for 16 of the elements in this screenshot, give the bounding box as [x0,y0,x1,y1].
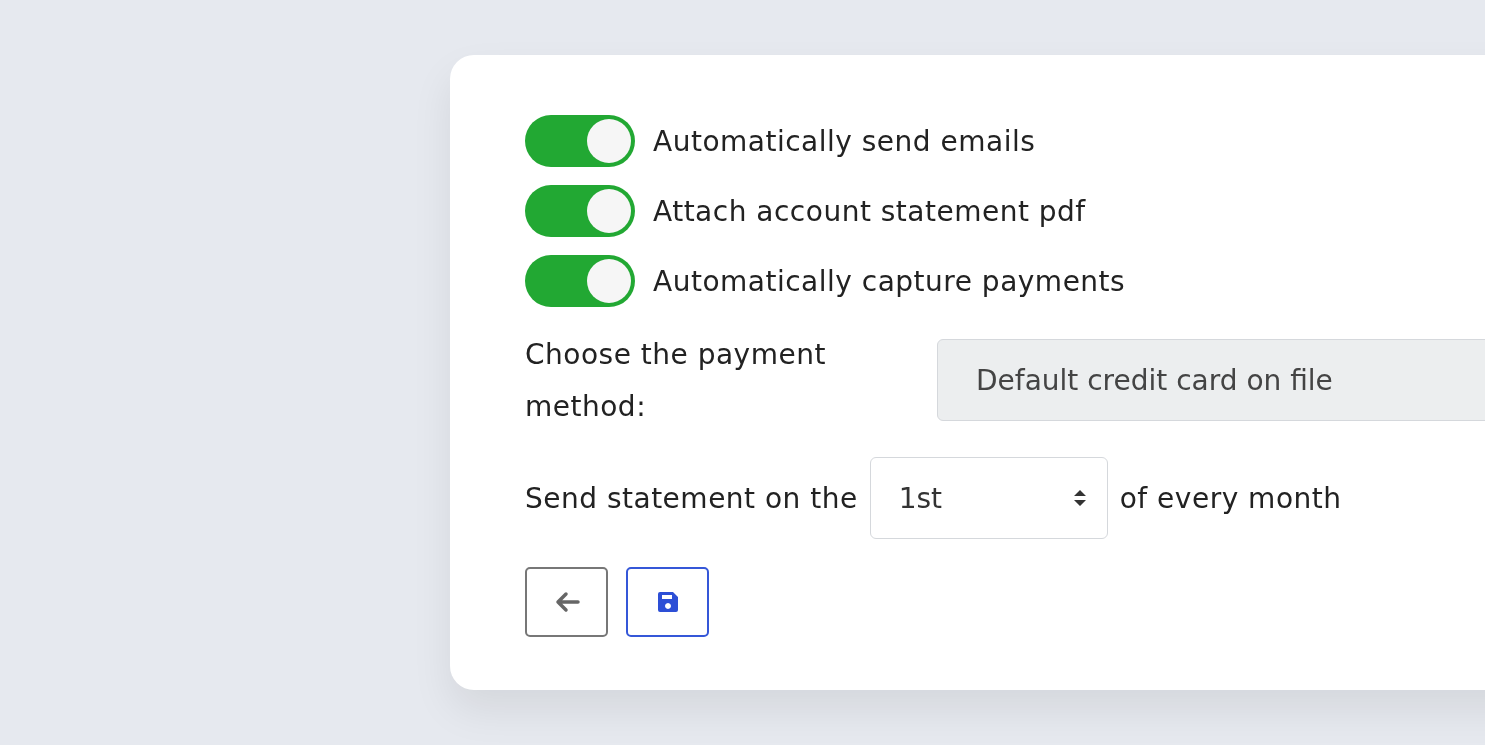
toggle-label: Automatically capture payments [653,264,1126,298]
day-select[interactable]: 1st [869,457,1108,539]
toggle-switch[interactable] [525,185,635,237]
schedule-label: Send statement on the [525,481,858,515]
toggle-label: Automatically send emails [653,124,1036,158]
toggle-switch[interactable] [525,255,635,307]
schedule-suffix: of every month [1119,481,1342,515]
save-button[interactable] [626,567,709,637]
back-arrow-icon [553,591,580,613]
payment-method-label: Choose the payment method: [525,337,827,425]
toggle-switch[interactable] [525,115,635,167]
sort-caret-icon [1072,488,1087,508]
toggle-label: Attach account statement pdf [653,194,1086,228]
back-button[interactable] [525,567,608,637]
payment-method-field[interactable]: Default credit card on file [937,339,1485,421]
save-icon [655,590,680,614]
